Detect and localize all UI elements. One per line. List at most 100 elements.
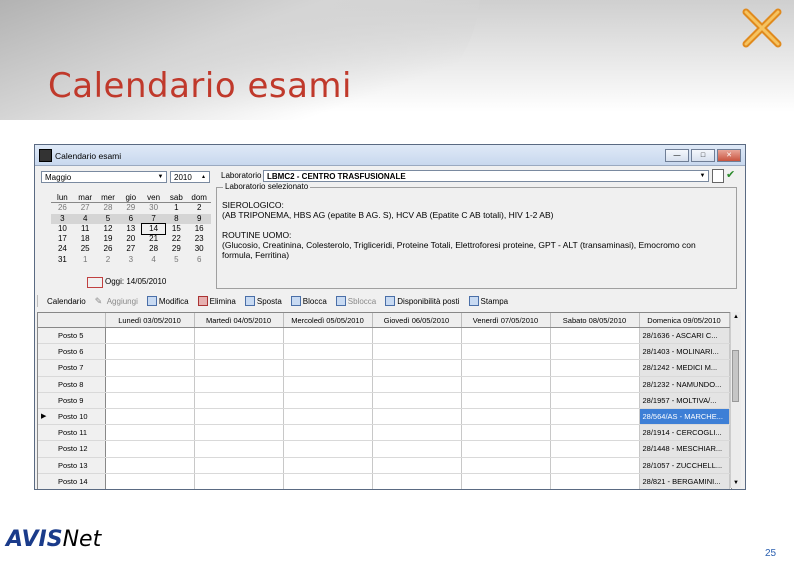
confirm-check-icon[interactable]: ✔ <box>726 169 737 181</box>
grid-cell[interactable] <box>283 440 373 458</box>
column-header[interactable]: Sabato 08/05/2010 <box>550 313 640 328</box>
grid-cell[interactable] <box>283 424 373 442</box>
grid-cell[interactable] <box>372 457 462 474</box>
calendar-day[interactable]: 28 <box>97 203 120 213</box>
grid-cell[interactable] <box>283 327 373 345</box>
grid-cell[interactable] <box>372 392 462 409</box>
calendar-day[interactable]: 7 <box>142 213 165 224</box>
grid-cell[interactable] <box>550 327 640 345</box>
grid-cell[interactable] <box>372 440 462 458</box>
grid-cell[interactable] <box>194 457 284 474</box>
grid-cell[interactable] <box>550 424 640 442</box>
grid-cell[interactable] <box>550 473 640 489</box>
grid-cell[interactable] <box>105 457 195 474</box>
grid-cell[interactable] <box>372 408 462 426</box>
disponibilita-button[interactable]: Disponibilità posti <box>385 296 460 306</box>
grid-cell[interactable] <box>372 343 462 361</box>
grid-cell[interactable] <box>461 473 551 489</box>
scrollbar-thumb[interactable] <box>732 350 739 402</box>
calendar-day[interactable]: 5 <box>165 255 188 265</box>
row-header[interactable]: Posto 11 <box>38 424 106 442</box>
year-stepper[interactable]: 2010 ▴ <box>170 171 210 183</box>
grid-cell[interactable] <box>194 392 284 409</box>
elimina-button[interactable]: Elimina <box>197 296 236 306</box>
column-header[interactable]: Venerdì 07/05/2010 <box>461 313 551 328</box>
booking-cell[interactable]: 28/821 - BERGAMINI... <box>639 473 730 489</box>
booking-cell[interactable]: 28/1242 - MEDICI M... <box>639 359 730 377</box>
calendar-day[interactable]: 1 <box>165 203 188 213</box>
calendar-day-today[interactable]: 14 <box>141 222 166 236</box>
grid-cell[interactable] <box>194 473 284 489</box>
laboratorio-select[interactable]: LBMC2 - CENTRO TRASFUSIONALE ▼ <box>263 170 709 182</box>
grid-cell[interactable] <box>461 327 551 345</box>
grid-cell[interactable] <box>105 440 195 458</box>
grid-cell[interactable] <box>550 343 640 361</box>
calendar-day[interactable]: 1 <box>74 255 97 265</box>
grid-cell[interactable] <box>461 392 551 409</box>
grid-cell[interactable] <box>550 457 640 474</box>
booking-cell[interactable]: 28/1957 - MOLTIVA/... <box>639 392 730 409</box>
calendar-day[interactable]: 10 <box>51 224 74 234</box>
calendar-day[interactable]: 28 <box>142 244 165 254</box>
grid-cell[interactable] <box>372 359 462 377</box>
sblocca-button[interactable]: Sblocca <box>335 296 376 306</box>
grid-cell[interactable] <box>105 473 195 489</box>
booking-cell[interactable]: 28/1232 - NAMUNDO... <box>639 376 730 393</box>
grid-cell[interactable] <box>461 440 551 458</box>
grid-cell[interactable] <box>372 424 462 442</box>
grid-cell[interactable] <box>461 424 551 442</box>
sposta-button[interactable]: Sposta <box>244 296 282 306</box>
grid-cell[interactable] <box>372 473 462 489</box>
booking-cell[interactable]: 28/1914 - CERCOGLI... <box>639 424 730 442</box>
row-header[interactable]: Posto 7 <box>38 359 106 377</box>
calendar-day[interactable]: 15 <box>165 224 188 234</box>
grid-cell[interactable] <box>194 440 284 458</box>
calendar-day[interactable]: 29 <box>165 244 188 254</box>
grid-cell[interactable] <box>283 473 373 489</box>
grid-cell[interactable] <box>461 359 551 377</box>
calendar-day[interactable]: 5 <box>96 213 120 224</box>
row-header[interactable]: Posto 5 <box>38 327 106 345</box>
calendar-day[interactable]: 26 <box>97 244 120 254</box>
calendar-day[interactable]: 3 <box>51 213 74 224</box>
calendar-day[interactable]: 3 <box>119 255 142 265</box>
calendar-day[interactable]: 12 <box>97 224 120 234</box>
column-header[interactable]: Lunedì 03/05/2010 <box>105 313 195 328</box>
today-label[interactable]: Oggi: 14/05/2010 <box>105 277 166 286</box>
calendar-day[interactable]: 27 <box>119 244 142 254</box>
document-icon[interactable] <box>712 169 724 183</box>
grid-cell[interactable] <box>550 392 640 409</box>
row-header[interactable]: Posto 9 <box>38 392 106 409</box>
grid-cell[interactable] <box>194 327 284 345</box>
column-header[interactable]: Mercoledì 05/05/2010 <box>283 313 373 328</box>
calendar-day[interactable]: 9 <box>187 213 211 224</box>
grid-cell[interactable] <box>550 408 640 426</box>
row-header[interactable]: Posto 13 <box>38 457 106 474</box>
grid-cell[interactable] <box>194 343 284 361</box>
grid-cell[interactable] <box>461 376 551 393</box>
booking-cell[interactable]: 28/1448 - MESCHIAR... <box>639 440 730 458</box>
calendar-day[interactable]: 26 <box>51 203 74 213</box>
month-select[interactable]: Maggio ▼ <box>41 171 167 183</box>
grid-cell[interactable] <box>194 424 284 442</box>
row-header[interactable]: ▶ Posto 10 <box>38 408 106 426</box>
grid-cell[interactable] <box>105 327 195 345</box>
row-header[interactable]: Posto 6 <box>38 343 106 361</box>
column-header[interactable]: Giovedì 06/05/2010 <box>372 313 462 328</box>
maximize-button[interactable]: □ <box>691 149 715 162</box>
modifica-button[interactable]: Modifica <box>146 296 189 306</box>
grid-cell[interactable] <box>550 440 640 458</box>
calendar-day[interactable]: 11 <box>74 224 97 234</box>
grid-cell[interactable] <box>283 343 373 361</box>
grid-cell[interactable] <box>105 424 195 442</box>
vertical-scrollbar[interactable]: ▲ ▼ <box>730 312 741 488</box>
booking-cell[interactable]: 28/1636 - ASCARI C... <box>639 327 730 345</box>
calendar-day[interactable]: 27 <box>74 203 97 213</box>
row-header[interactable]: Posto 14 <box>38 473 106 489</box>
grid-cell[interactable] <box>461 343 551 361</box>
calendar-day[interactable]: 4 <box>142 255 165 265</box>
grid-cell[interactable] <box>550 376 640 393</box>
calendar-day[interactable]: 29 <box>119 203 142 213</box>
row-header[interactable]: Posto 12 <box>38 440 106 458</box>
calendario-button[interactable]: Calendario <box>47 297 86 306</box>
